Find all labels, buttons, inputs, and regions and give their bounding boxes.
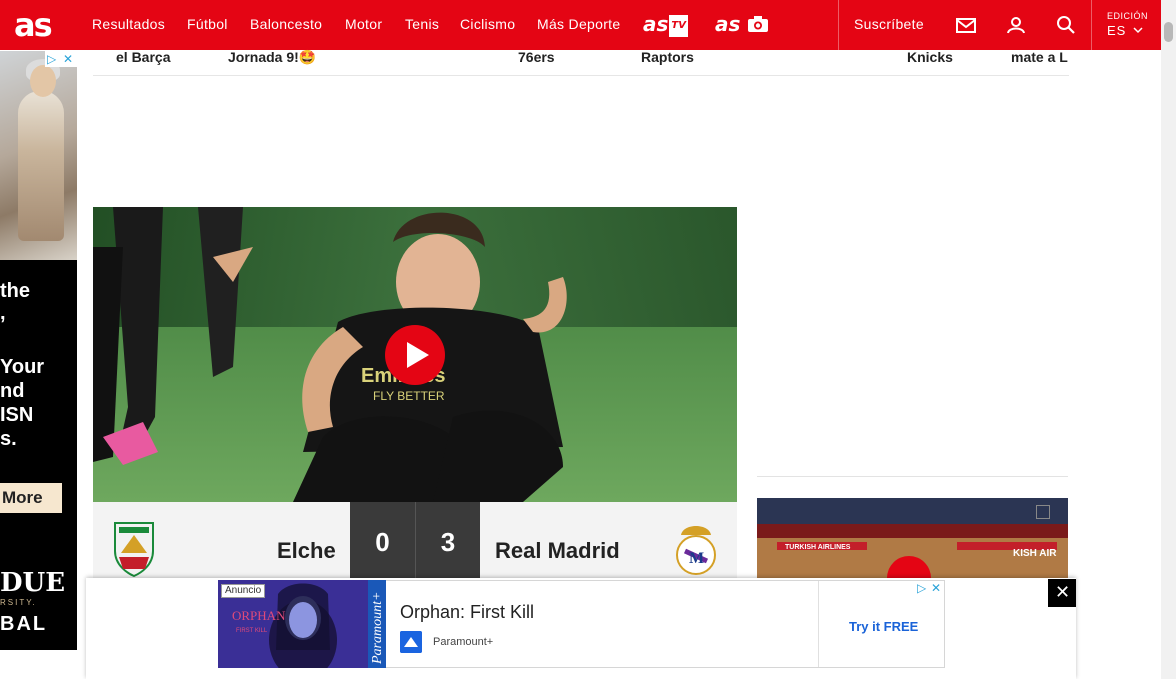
elche-crest-icon: [114, 522, 154, 577]
nav-futbol[interactable]: Fútbol: [187, 16, 228, 32]
ad-text-line: Your: [0, 356, 45, 378]
nav-mas-deporte[interactable]: Más Deporte: [537, 16, 620, 32]
asfoto-link[interactable]: as: [715, 13, 769, 35]
close-icon: ✕: [1055, 582, 1071, 602]
nav-tenis[interactable]: Tenis: [405, 16, 439, 32]
play-button[interactable]: [385, 325, 445, 385]
match-scoreboard[interactable]: Elche 0 3 Real Madrid M: [93, 502, 737, 580]
paramount-logo-icon: [400, 631, 422, 653]
nav-baloncesto[interactable]: Baloncesto: [250, 16, 322, 32]
learn-more-button[interactable]: More: [0, 483, 62, 513]
headline-item[interactable]: el Barça: [116, 50, 170, 64]
ad-image-title: ORPHAN: [232, 608, 286, 623]
ad-text-line: nd: [0, 380, 25, 402]
right-column-divider: [757, 476, 1068, 477]
ad-brand-sub: RSITY.: [0, 598, 37, 607]
headline-item[interactable]: Jornada 9!🤩: [228, 50, 316, 64]
scrollbar[interactable]: [1161, 0, 1176, 679]
adchoices-badge[interactable]: ▷ ✕: [914, 581, 944, 596]
home-team-name: Elche: [277, 538, 336, 563]
mail-icon[interactable]: [955, 14, 977, 36]
top-navigation: as Resultados Fútbol Baloncesto Motor Te…: [0, 0, 1161, 50]
ad-text-line: s.: [0, 428, 17, 450]
ad-title[interactable]: Orphan: First Kill: [400, 602, 534, 623]
close-ad-button[interactable]: ✕: [1048, 579, 1076, 607]
asfoto-label: as: [715, 12, 741, 36]
svg-text:TURKISH AIRLINES: TURKISH AIRLINES: [785, 544, 851, 551]
home-score: 0: [350, 502, 415, 580]
ad-brand-line: BAL: [0, 613, 48, 635]
close-icon[interactable]: ✕: [63, 52, 73, 66]
left-side-ad[interactable]: ▷ ✕ the , Your nd ISN s. More DUE RSITY.…: [0, 51, 77, 650]
edition-selector[interactable]: ES: [1107, 23, 1126, 38]
headline-item[interactable]: Raptors: [641, 50, 694, 64]
ad-image-subtitle: FIRST KILL: [236, 628, 268, 634]
nav-divider: [838, 0, 839, 50]
away-score: 3: [415, 502, 480, 580]
ad-separator: [818, 581, 819, 667]
subscribe-link[interactable]: Suscríbete: [854, 16, 924, 32]
nav-motor[interactable]: Motor: [345, 16, 382, 32]
nav-ciclismo[interactable]: Ciclismo: [460, 16, 515, 32]
ad-image-brand: Paramount+: [370, 592, 385, 665]
video-badge-icon: [1036, 505, 1050, 519]
as-logo[interactable]: as: [14, 8, 66, 42]
ad-advertiser: Paramount+: [433, 636, 494, 648]
ad-photo: [0, 51, 77, 260]
headline-item[interactable]: 76ers: [518, 50, 555, 64]
ad-text-line: ISN: [0, 404, 34, 426]
scrollbar-thumb[interactable]: [1164, 22, 1173, 42]
adchoices-badge[interactable]: ▷ ✕: [45, 51, 77, 67]
related-video-thumbnail[interactable]: TURKISH AIRLINES KISH AIR: [757, 498, 1068, 580]
play-icon: [407, 342, 429, 368]
ad-text-line: the: [0, 280, 30, 302]
astv-sub-label: TV: [669, 15, 688, 37]
headline-item[interactable]: Knicks: [907, 50, 953, 64]
user-icon[interactable]: [1005, 14, 1027, 36]
chevron-down-icon[interactable]: [1133, 26, 1143, 34]
svg-text:FLY BETTER: FLY BETTER: [373, 389, 445, 403]
nav-resultados[interactable]: Resultados: [92, 16, 165, 32]
astv-label: as: [643, 12, 669, 36]
headline-item[interactable]: mate a L: [1011, 50, 1068, 64]
edition-label: EDICIÓN: [1107, 11, 1149, 21]
ad-brand: DUE: [0, 568, 66, 598]
adchoices-icon: ▷: [917, 581, 927, 595]
svg-text:M: M: [689, 550, 704, 567]
away-team-name: Real Madrid: [495, 538, 620, 563]
search-icon[interactable]: [1055, 14, 1077, 36]
nav-divider: [1091, 0, 1092, 50]
ad-text-line: ,: [0, 302, 6, 324]
ad-cta-button[interactable]: Try it FREE: [849, 619, 918, 634]
svg-text:KISH AIR: KISH AIR: [1013, 548, 1057, 559]
astv-link[interactable]: as TV: [643, 13, 688, 37]
ad-label: Anuncio: [221, 584, 266, 598]
real-madrid-crest-icon: M: [676, 526, 716, 575]
adchoices-icon: ▷: [47, 52, 57, 66]
camera-icon: [748, 16, 769, 32]
close-icon[interactable]: ✕: [931, 581, 941, 595]
headline-strip: el Barça Jornada 9!🤩 76ers Raptors Knick…: [93, 50, 1069, 76]
